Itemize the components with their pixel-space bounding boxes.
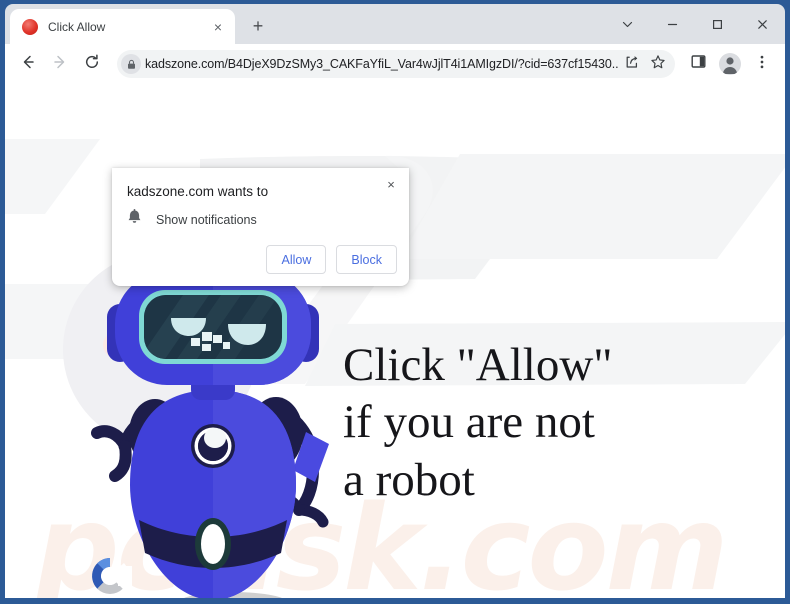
permission-row: Show notifications bbox=[127, 209, 257, 230]
window-controls bbox=[605, 4, 785, 44]
tab-strip: Click Allow × + bbox=[5, 4, 785, 44]
close-dialog-button[interactable]: × bbox=[380, 173, 402, 195]
tab-search-button[interactable] bbox=[605, 4, 650, 44]
ecaptcha-c-logo bbox=[88, 554, 133, 598]
browser-menu-button[interactable] bbox=[747, 49, 777, 79]
minimize-button[interactable] bbox=[650, 4, 695, 44]
robot-mascot-illustration bbox=[63, 270, 363, 598]
permission-dialog-title: kadszone.com wants to bbox=[127, 184, 269, 199]
tab-title: Click Allow bbox=[48, 19, 106, 34]
reload-button[interactable] bbox=[77, 49, 107, 79]
permission-dialog-actions: Allow Block bbox=[266, 245, 397, 274]
ecaptcha-badge: E-CAPTCHA bbox=[83, 554, 137, 598]
bookmark-button[interactable] bbox=[645, 51, 671, 77]
browser-toolbar: kadszone.com/B4DjeX9DzSMy3_CAKFaYfiL_Var… bbox=[5, 44, 785, 84]
side-panel-icon bbox=[690, 53, 707, 75]
address-bar[interactable]: kadszone.com/B4DjeX9DzSMy3_CAKFaYfiL_Var… bbox=[117, 50, 675, 78]
new-tab-button[interactable]: + bbox=[244, 12, 272, 40]
browser-window: Click Allow × + kadszone.com/B4DjeX9DzSM… bbox=[0, 0, 790, 604]
side-panel-button[interactable] bbox=[683, 49, 713, 79]
page-viewport: pcrisk.com Click "Allow" if you are not … bbox=[5, 84, 785, 598]
forward-button bbox=[45, 49, 75, 79]
block-button[interactable]: Block bbox=[336, 245, 397, 274]
url-text[interactable]: kadszone.com/B4DjeX9DzSMy3_CAKFaYfiL_Var… bbox=[145, 57, 619, 71]
chevron-down-icon bbox=[621, 18, 634, 31]
notification-permission-dialog: × kadszone.com wants to Show notificatio… bbox=[112, 168, 409, 286]
share-icon bbox=[624, 54, 640, 75]
maximize-icon bbox=[711, 18, 724, 31]
lock-icon bbox=[121, 54, 141, 74]
back-button[interactable] bbox=[13, 49, 43, 79]
forward-arrow-icon bbox=[51, 53, 69, 76]
favicon-icon bbox=[22, 18, 38, 35]
profile-button[interactable] bbox=[715, 49, 745, 79]
close-window-button[interactable] bbox=[740, 4, 785, 44]
back-arrow-icon bbox=[19, 53, 37, 76]
share-button[interactable] bbox=[619, 51, 645, 77]
profile-avatar-icon bbox=[719, 53, 741, 75]
permission-label: Show notifications bbox=[156, 212, 257, 227]
close-tab-icon[interactable]: × bbox=[209, 18, 227, 36]
star-icon bbox=[650, 54, 666, 75]
minimize-icon bbox=[666, 18, 679, 31]
browser-tab[interactable]: Click Allow × bbox=[10, 9, 235, 44]
maximize-button[interactable] bbox=[695, 4, 740, 44]
three-dot-menu-icon bbox=[754, 54, 770, 75]
bell-icon bbox=[127, 209, 142, 230]
page-headline: Click "Allow" if you are not a robot bbox=[343, 339, 613, 506]
reload-icon bbox=[83, 53, 101, 76]
close-icon bbox=[756, 18, 769, 31]
site-info-button[interactable] bbox=[117, 50, 145, 78]
allow-button[interactable]: Allow bbox=[266, 245, 327, 274]
